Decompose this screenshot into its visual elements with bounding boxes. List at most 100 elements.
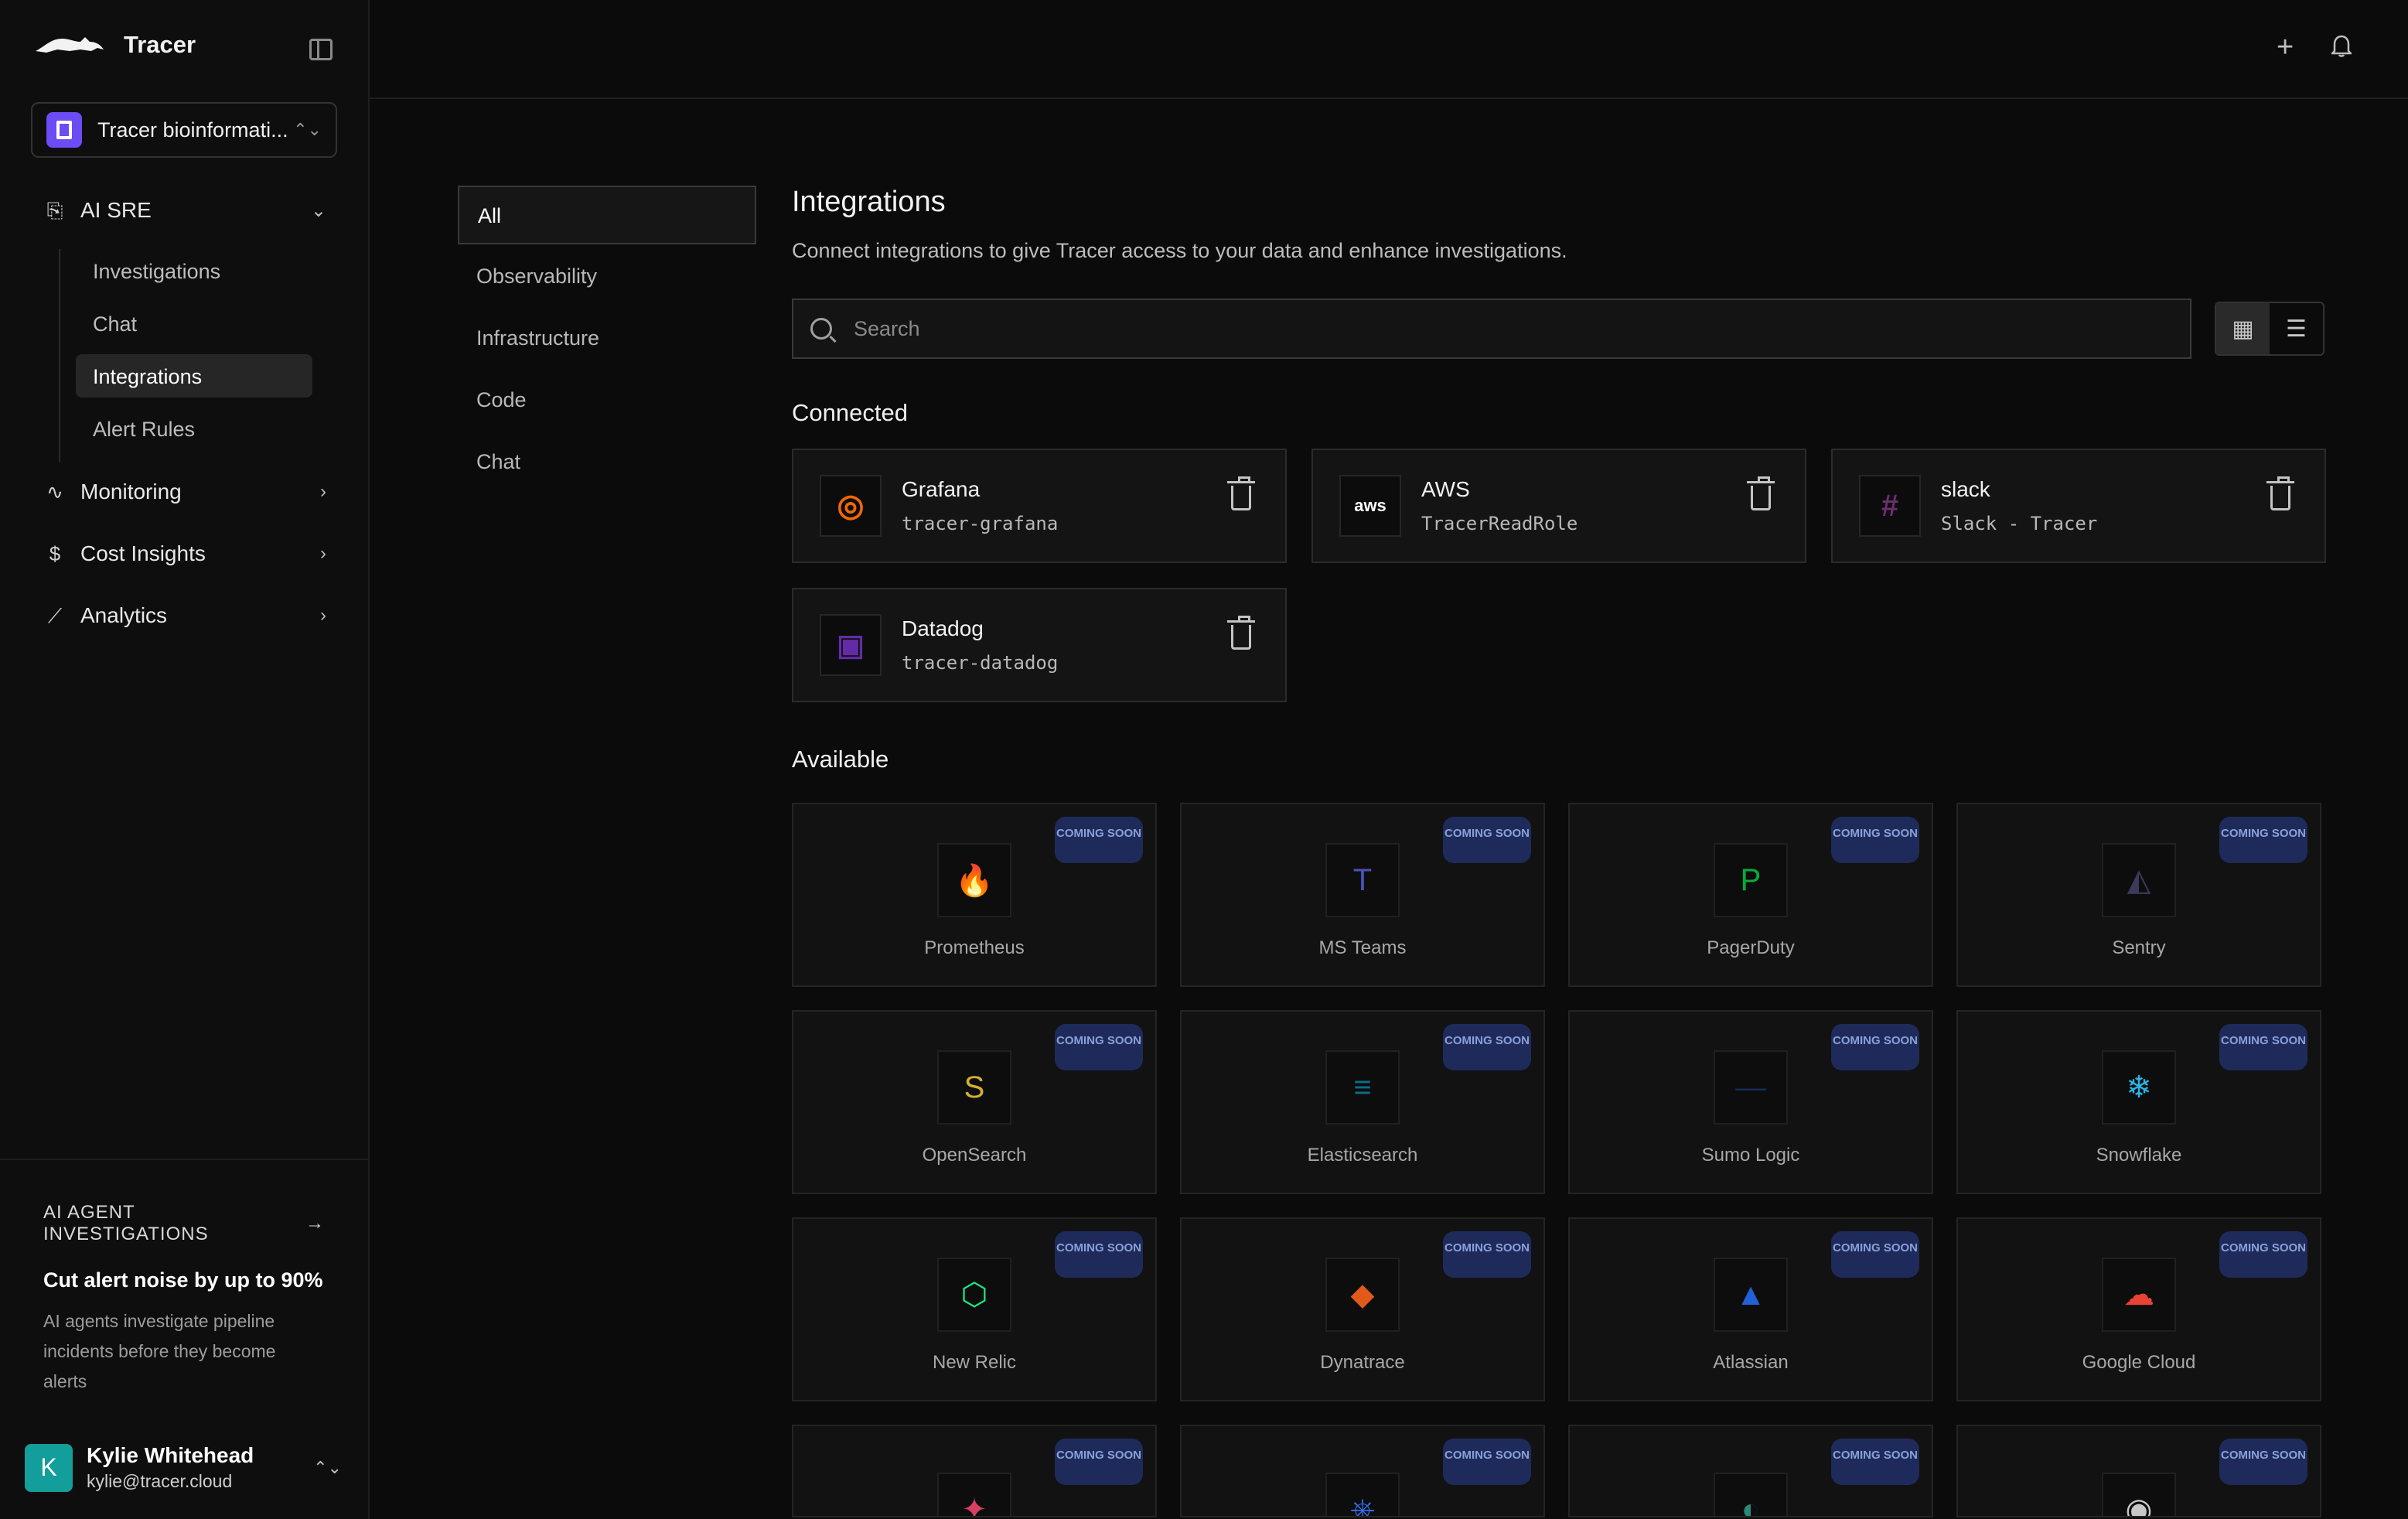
connected-source: Slack - Tracer	[1941, 513, 2097, 534]
integration-tile[interactable]: COMING SOON ◐	[1568, 1425, 1933, 1517]
coming-soon-badge: COMING SOON	[1831, 1439, 1919, 1485]
coming-soon-badge: COMING SOON	[1055, 1024, 1143, 1070]
file-search-icon: ⎘	[43, 199, 67, 222]
integration-tile-elasticsearch[interactable]: COMING SOON≡Elasticsearch	[1180, 1010, 1545, 1194]
plus-icon[interactable]: +	[2277, 31, 2294, 64]
connected-card-slack[interactable]: #slackSlack - Tracer	[1831, 449, 2326, 563]
nav-cost-insights[interactable]: $ Cost Insights ›	[43, 541, 326, 566]
sidebar-toggle-icon[interactable]	[309, 39, 333, 60]
integration-name: MS Teams	[1182, 937, 1543, 959]
integration-tile-sumo-logic[interactable]: COMING SOON—Sumo Logic	[1568, 1010, 1933, 1194]
integration-tile-dynatrace[interactable]: COMING SOON◆Dynatrace	[1180, 1217, 1545, 1401]
nav-ai-sre-label: AI SRE	[80, 198, 311, 223]
filter-code[interactable]: Code	[458, 371, 756, 430]
datadog-icon: ▣	[820, 614, 882, 676]
connected-name: Datadog	[902, 616, 1058, 641]
sidebar: Tracer Tracer bioinformati... ⌃⌄ ⎘ AI SR…	[0, 0, 370, 1519]
prometheus-icon: 🔥	[937, 843, 1011, 917]
tracer-logo-icon	[34, 31, 105, 59]
filter-all[interactable]: All	[458, 186, 756, 244]
promo-body: AI agents investigate pipeline incidents…	[43, 1306, 322, 1397]
page-subtitle: Connect integrations to give Tracer acce…	[792, 239, 2331, 263]
promo-kicker: AI AGENT INVESTIGATIONS	[43, 1202, 296, 1245]
coming-soon-badge: COMING SOON	[2219, 817, 2307, 863]
integration-name: Elasticsearch	[1182, 1145, 1543, 1166]
coming-soon-badge: COMING SOON	[1443, 817, 1531, 863]
integration-name: Atlassian	[1570, 1352, 1932, 1374]
connected-name: Grafana	[902, 477, 1058, 502]
integration-tile[interactable]: COMING SOON ◉	[1956, 1425, 2321, 1517]
coming-soon-badge: COMING SOON	[2219, 1439, 2307, 1485]
chevron-down-icon: ⌄	[311, 200, 326, 222]
chevron-right-icon: ›	[320, 605, 326, 626]
opensearch-icon: S	[937, 1050, 1011, 1125]
ai-sre-subnav: Investigations Chat Integrations Alert R…	[59, 249, 322, 463]
dollar-icon: $	[43, 542, 67, 565]
integration-tile-sentry[interactable]: COMING SOON◭Sentry	[1956, 803, 2321, 987]
nav-analytics[interactable]: ⟋ Analytics ›	[43, 603, 326, 628]
integration-icon: ◐	[1714, 1473, 1788, 1517]
org-name: Tracer bioinformati...	[97, 118, 293, 142]
page-title: Integrations	[792, 186, 2331, 219]
integration-tile[interactable]: COMING SOON⎈	[1180, 1425, 1545, 1517]
snowflake-icon: ❄	[2102, 1050, 2176, 1125]
promo-headline: Cut alert noise by up to 90%	[43, 1268, 325, 1292]
integration-name: Snowflake	[1958, 1145, 2320, 1166]
trash-icon[interactable]	[1231, 625, 1251, 650]
integration-tile-ms-teams[interactable]: COMING SOON T MS Teams	[1180, 803, 1545, 987]
filter-observability[interactable]: Observability	[458, 247, 756, 306]
promo-link[interactable]: AI AGENT INVESTIGATIONS→	[43, 1202, 325, 1245]
connected-source: TracerReadRole	[1421, 513, 1577, 534]
integrations-content: Integrations Connect integrations to giv…	[792, 186, 2331, 1517]
search-input[interactable]	[854, 317, 2091, 341]
grid-view-icon[interactable]: ▦	[2216, 303, 2270, 354]
integration-tile-snowflake[interactable]: COMING SOON ❄ Snowflake	[1956, 1010, 2321, 1194]
connected-name: AWS	[1421, 477, 1577, 502]
nav-monitoring[interactable]: ∿ Monitoring ›	[43, 480, 326, 504]
integration-icon: ◉	[2102, 1473, 2176, 1517]
trash-icon[interactable]	[1231, 486, 1251, 510]
integration-tile-opensearch[interactable]: COMING SOON S OpenSearch	[792, 1010, 1157, 1194]
main: + All Observability Infrastructure Code …	[370, 0, 2408, 1519]
sidebar-item-chat[interactable]: Chat	[76, 302, 312, 345]
sidebar-item-alert-rules[interactable]: Alert Rules	[76, 407, 312, 450]
new-relic-icon: ⬡	[937, 1258, 1011, 1332]
view-toggle: ▦ ☰	[2215, 302, 2324, 356]
google-cloud-icon: ☁	[2102, 1258, 2176, 1332]
integration-name: PagerDuty	[1570, 937, 1932, 959]
integration-tile-prometheus[interactable]: COMING SOON🔥Prometheus	[792, 803, 1157, 987]
coming-soon-badge: COMING SOON	[2219, 1024, 2307, 1070]
integration-tile-google-cloud[interactable]: COMING SOON☁Google Cloud	[1956, 1217, 2321, 1401]
avatar: K	[25, 1444, 73, 1492]
connected-card-datadog[interactable]: ▣Datadogtracer-datadog	[792, 588, 1287, 702]
coming-soon-badge: COMING SOON	[2219, 1231, 2307, 1278]
connected-card-grafana[interactable]: ◎Grafanatracer-grafana	[792, 449, 1287, 563]
ms-teams-icon: T	[1325, 843, 1400, 917]
integration-tile-atlassian[interactable]: COMING SOON▲Atlassian	[1568, 1217, 1933, 1401]
integration-name: OpenSearch	[793, 1145, 1155, 1166]
sidebar-item-integrations[interactable]: Integrations	[76, 354, 312, 398]
trash-icon[interactable]	[2270, 486, 2290, 510]
line-chart-icon: ⟋	[43, 604, 67, 627]
filter-infrastructure[interactable]: Infrastructure	[458, 309, 756, 368]
connected-name: slack	[1941, 477, 2097, 502]
list-view-icon[interactable]: ☰	[2270, 303, 2323, 354]
integration-tile-new-relic[interactable]: COMING SOON⬡New Relic	[792, 1217, 1157, 1401]
connected-card-aws[interactable]: awsAWSTracerReadRole	[1311, 449, 1806, 563]
nav-ai-sre[interactable]: ⎘ AI SRE ⌄	[43, 198, 326, 223]
filter-chat[interactable]: Chat	[458, 433, 756, 492]
connected-heading: Connected	[792, 399, 2331, 427]
integration-tile[interactable]: COMING SOON✦	[792, 1425, 1157, 1517]
user-menu[interactable]: K Kylie Whitehead kylie@tracer.cloud ⌃⌄	[25, 1443, 342, 1492]
integration-name: New Relic	[793, 1352, 1155, 1374]
integration-name: Prometheus	[793, 937, 1155, 959]
coming-soon-badge: COMING SOON	[1443, 1439, 1531, 1485]
trash-icon[interactable]	[1751, 486, 1771, 510]
user-email: kylie@tracer.cloud	[87, 1471, 254, 1492]
brand[interactable]: Tracer	[34, 31, 196, 59]
integration-tile-pagerduty[interactable]: COMING SOONPPagerDuty	[1568, 803, 1933, 987]
sidebar-item-investigations[interactable]: Investigations	[76, 249, 312, 292]
bell-icon[interactable]	[2331, 34, 2352, 57]
org-switcher[interactable]: Tracer bioinformati... ⌃⌄	[31, 102, 337, 158]
chevron-right-icon: ›	[320, 543, 326, 565]
